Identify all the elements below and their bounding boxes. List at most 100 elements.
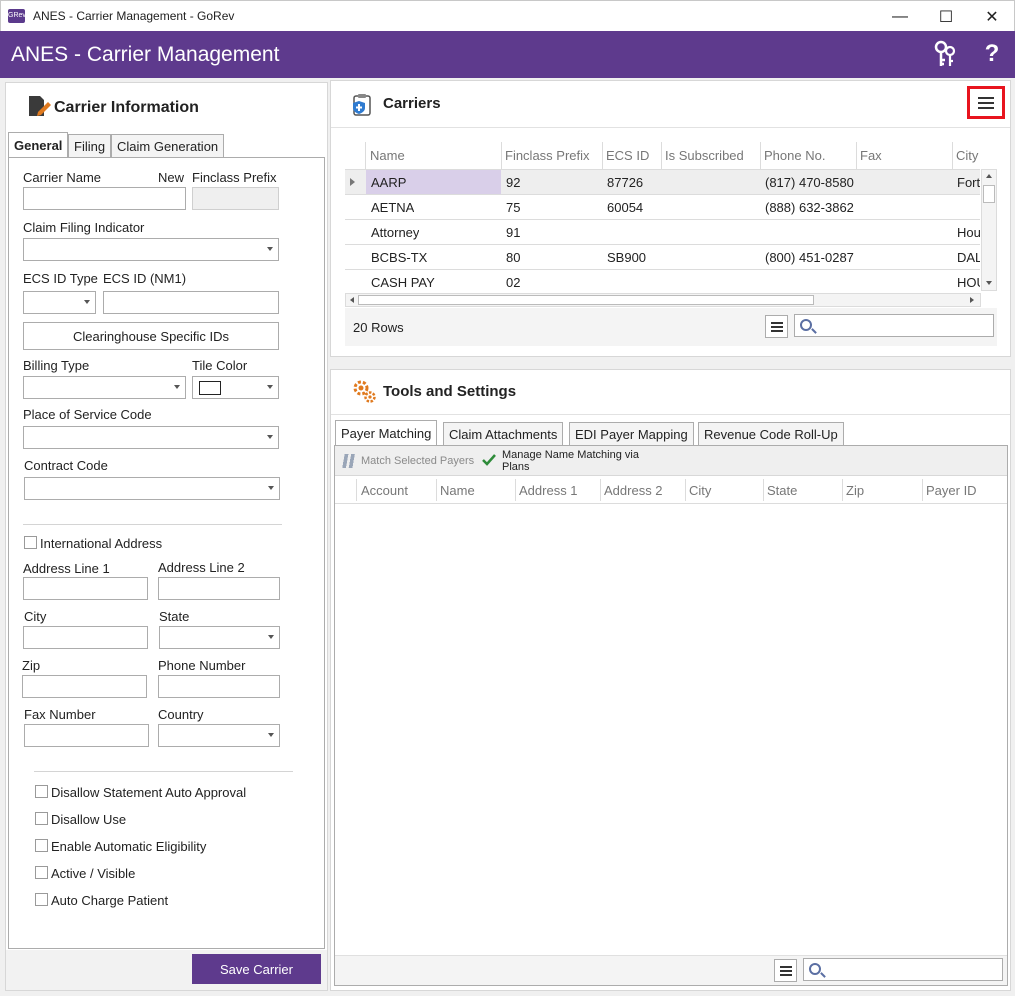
help-icon[interactable]: ? [977,39,1007,69]
finclass-prefix-input [192,187,279,210]
gears-icon [351,378,377,404]
country-select[interactable] [158,724,280,747]
contract-code-select[interactable] [24,477,280,500]
horizontal-scroll-thumb[interactable] [358,295,814,305]
col-header-zip[interactable]: Zip [846,483,864,498]
col-header-name[interactable]: Name [370,148,405,163]
carriers-title-divider [331,127,1010,128]
claim-filing-indicator-label: Claim Filing Indicator [23,220,145,235]
match-selected-payers-button[interactable]: Match Selected Payers [337,449,475,473]
tab-claim-generation[interactable]: Claim Generation [111,134,225,158]
place-of-service-code-select[interactable] [23,426,279,449]
row-pointer-icon [350,178,355,186]
disallow-statement-auto-approval-label: Disallow Statement Auto Approval [51,785,247,800]
tab-claim-attachments[interactable]: Claim Attachments [443,422,564,446]
close-button[interactable]: ✕ [969,1,1015,32]
disallow-statement-auto-approval-checkbox[interactable] [35,785,48,798]
table-row[interactable]: AARP 92 87726 (817) 470-8580 Fort [345,170,980,195]
phone-number-input[interactable] [158,675,280,698]
keys-icon[interactable] [930,39,960,69]
fax-number-input[interactable] [24,724,149,747]
tab-general[interactable]: General [8,132,69,158]
col-header-finclass-prefix[interactable]: Finclass Prefix [505,148,590,163]
table-row[interactable]: BCBS-TX 80 SB900 (800) 451-0287 DAL [345,245,980,270]
table-row[interactable]: CASH PAY 02 HOU [345,270,980,292]
zip-input[interactable] [22,675,147,698]
payer-matching-column-chooser-button[interactable] [774,959,797,982]
col-header-payer-id[interactable]: Payer ID [926,483,977,498]
scroll-down-icon[interactable] [986,281,992,285]
cell-city: DAL [957,250,980,265]
address-line-1-input[interactable] [23,577,148,600]
col-header-ecs-id[interactable]: ECS ID [606,148,649,163]
carriers-grid-header [345,142,980,169]
col-header-city[interactable]: City [689,483,711,498]
billing-type-select[interactable] [23,376,186,399]
tools-title-divider [331,414,1010,415]
address-line-2-input[interactable] [158,577,280,600]
scroll-left-icon[interactable] [350,297,354,303]
minimize-button[interactable]: — [877,1,923,32]
claim-filing-indicator-select[interactable] [23,238,279,261]
col-header-phone-no[interactable]: Phone No. [764,148,825,163]
col-header-account[interactable]: Account [361,483,408,498]
maximize-button[interactable]: ☐ [923,1,969,32]
country-label: Country [158,707,204,722]
carriers-column-chooser-button[interactable] [765,315,788,338]
col-header-fax[interactable]: Fax [860,148,882,163]
list-icon [770,325,783,328]
carriers-menu-button[interactable] [967,86,1005,119]
col-header-city[interactable]: City [956,148,978,163]
checkmark-icon [482,453,496,470]
table-row[interactable]: Attorney 91 Hou [345,220,980,245]
tab-payer-matching[interactable]: Payer Matching [335,420,438,446]
save-carrier-button[interactable]: Save Carrier [192,954,321,984]
carriers-horizontal-scrollbar[interactable] [345,293,981,307]
scroll-right-icon[interactable] [970,297,974,303]
vertical-scroll-thumb[interactable] [983,185,995,203]
ecs-id-nm1-input[interactable] [103,291,279,314]
table-row[interactable]: AETNA 75 60054 (888) 632-3862 [345,195,980,220]
col-header-address-2[interactable]: Address 2 [604,483,663,498]
auto-charge-patient-checkbox[interactable] [35,893,48,906]
city-input[interactable] [23,626,148,649]
enable-automatic-eligibility-checkbox[interactable] [35,839,48,852]
tab-revenue-code-roll-up[interactable]: Revenue Code Roll-Up [698,422,844,446]
cell-ecs-id: SB900 [607,250,647,265]
fax-number-label: Fax Number [24,707,96,722]
ecs-id-type-label: ECS ID Type [23,271,98,286]
tab-filing[interactable]: Filing [68,134,112,158]
col-header-is-subscribed[interactable]: Is Subscribed [665,148,744,163]
options-divider [34,771,293,772]
cell-name: AARP [371,175,407,190]
auto-charge-patient-label: Auto Charge Patient [51,893,169,908]
enable-automatic-eligibility-label: Enable Automatic Eligibility [51,839,207,854]
carriers-search-input[interactable] [794,314,994,337]
disallow-use-checkbox[interactable] [35,812,48,825]
tile-color-select[interactable] [192,376,279,399]
col-header-state[interactable]: State [767,483,797,498]
state-select[interactable] [159,626,280,649]
active-visible-checkbox[interactable] [35,866,48,879]
match-selected-payers-label: Match Selected Payers [361,455,475,467]
carrier-name-input[interactable] [23,187,186,210]
carriers-vertical-scrollbar[interactable] [981,169,997,291]
scroll-up-icon[interactable] [986,174,992,178]
col-header-address-1[interactable]: Address 1 [519,483,578,498]
ecs-id-type-select[interactable] [23,291,96,314]
disallow-use-label: Disallow Use [51,812,127,827]
cell-finclass-prefix: 80 [506,250,521,265]
manage-name-matching-button[interactable]: Manage Name Matching via Plans [478,449,668,473]
payer-matching-search-input[interactable] [803,958,1003,981]
app-icon: GRev [8,9,26,23]
international-address-checkbox[interactable] [24,536,37,549]
col-header-name[interactable]: Name [440,483,475,498]
cell-finclass-prefix: 91 [506,225,521,240]
list-icon [779,969,792,972]
window-title: ANES - Carrier Management - GoRev [33,9,235,23]
tab-edi-payer-mapping[interactable]: EDI Payer Mapping [569,422,694,446]
search-icon [800,319,812,331]
cell-city: Fort [957,175,980,190]
payer-matching-grid-header: Account Name Address 1 Address 2 City St… [335,477,1007,504]
clearinghouse-specific-ids-button[interactable]: Clearinghouse Specific IDs [23,322,279,350]
